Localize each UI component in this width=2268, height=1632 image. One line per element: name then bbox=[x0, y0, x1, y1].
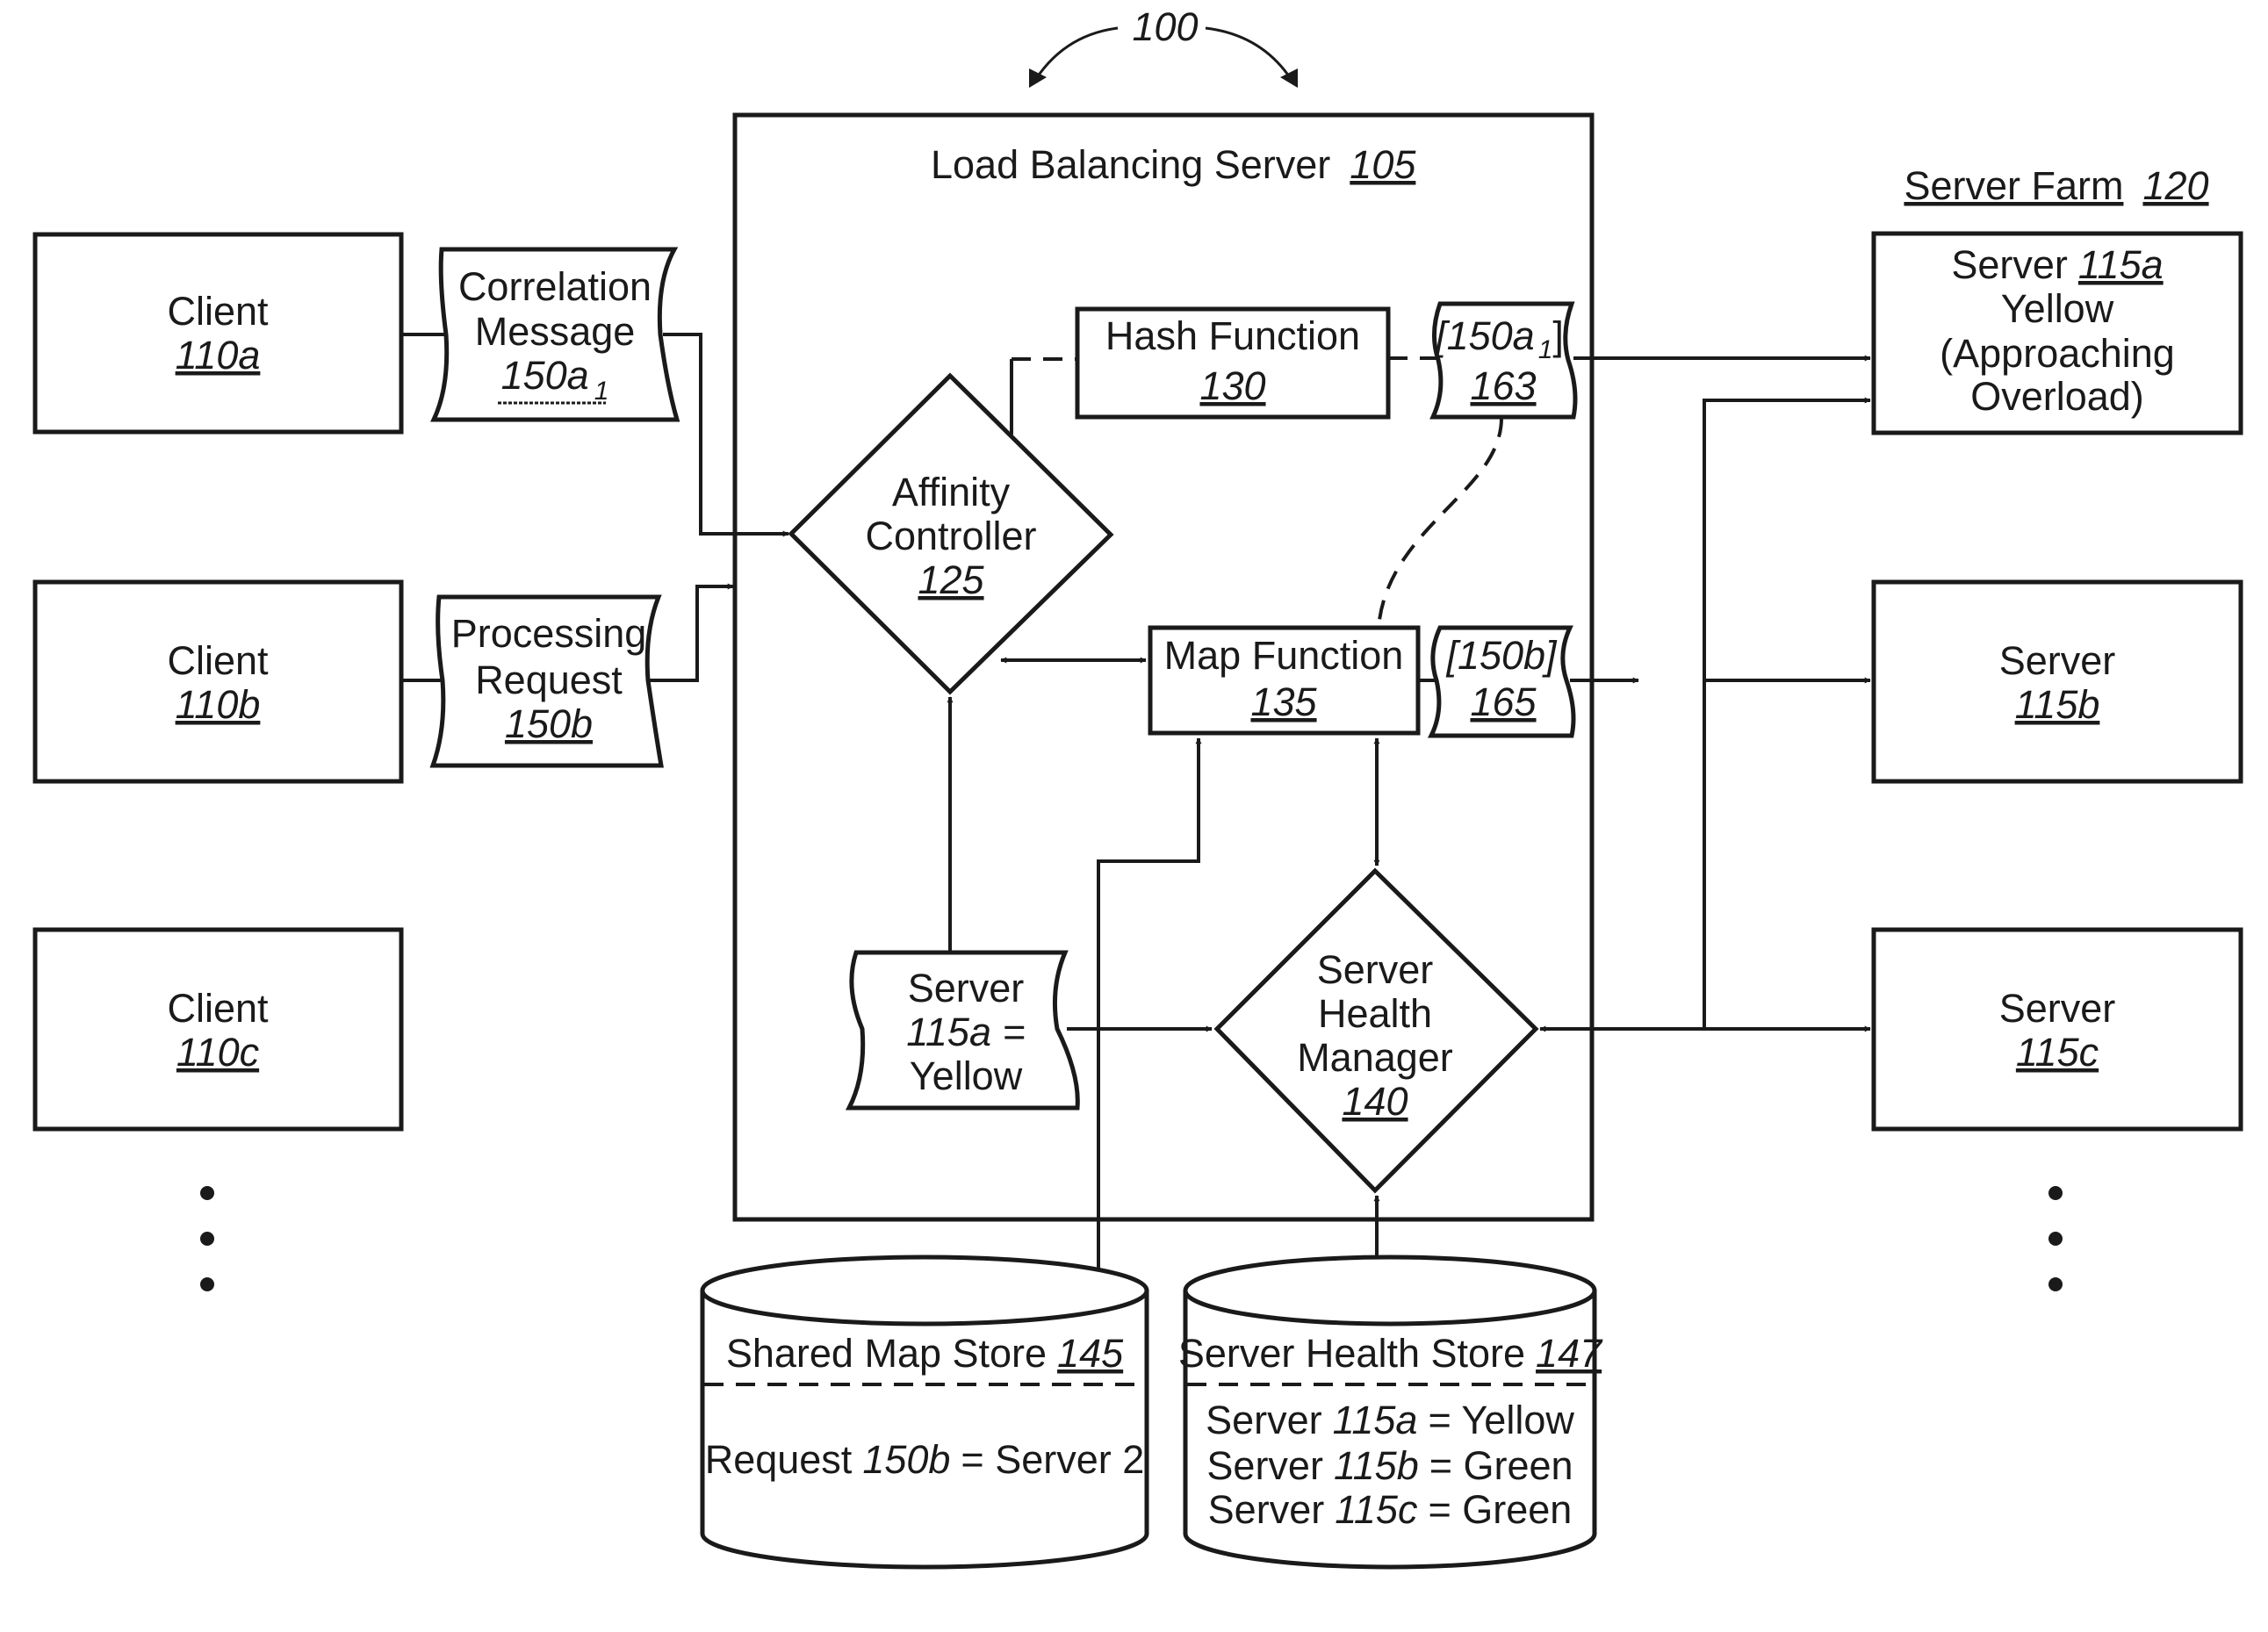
server-label: Server bbox=[1999, 638, 2116, 683]
client-110c[interactable]: Client 110c bbox=[32, 927, 404, 1132]
processing-request[interactable]: Processing Request 150b bbox=[429, 594, 664, 768]
map-function[interactable]: Map Function 135 bbox=[1148, 625, 1421, 736]
hash-function-ref: 130 bbox=[1199, 363, 1265, 408]
client-ref: 110a bbox=[176, 333, 261, 377]
shared-map-store-title: Shared Map Store 145 bbox=[726, 1331, 1124, 1376]
client-ellipsis bbox=[200, 1186, 214, 1291]
status-document[interactable]: Server 115a = Yellow bbox=[845, 950, 1080, 1111]
load-balancing-system-diagram: 100 Load Balancing Server 105 Server Farm… bbox=[32, 4, 2243, 1570]
affinity-ref: 125 bbox=[918, 557, 984, 602]
ellipsis-dot bbox=[2048, 1186, 2063, 1200]
ellipsis-dot bbox=[200, 1277, 214, 1291]
shared-map-store-entry: Request 150b = Server 2 bbox=[705, 1437, 1145, 1482]
map-function-ref: 135 bbox=[1250, 679, 1317, 724]
arrow-head bbox=[1029, 68, 1047, 88]
client-label: Client bbox=[167, 638, 269, 683]
figure-ref-label: 100 bbox=[1132, 4, 1198, 49]
ellipsis-dot bbox=[200, 1232, 214, 1246]
ellipsis-dot bbox=[2048, 1232, 2063, 1246]
status-line2: 115a = bbox=[906, 1010, 1026, 1054]
map-function-label: Map Function bbox=[1164, 633, 1404, 678]
client-label: Client bbox=[167, 289, 269, 334]
figure-ref: 100 bbox=[1029, 4, 1298, 88]
message-line2: Message bbox=[475, 309, 636, 354]
health-store-entry: Server 115c = Green bbox=[1208, 1487, 1573, 1532]
ellipsis-dot bbox=[2048, 1277, 2063, 1291]
server-farm-title: Server Farm 120 bbox=[1904, 163, 2208, 208]
message-line1: Correlation bbox=[458, 264, 652, 309]
connector-request-to-lb bbox=[650, 583, 734, 682]
server-label: Server bbox=[1999, 986, 2116, 1031]
status-line1: Server bbox=[908, 966, 1025, 1010]
server-note1: (Approaching bbox=[1940, 331, 2175, 376]
health-store-entry: Server 115a = Yellow bbox=[1206, 1398, 1574, 1442]
hash-output-163[interactable]: [150a 1] 163 bbox=[1429, 301, 1578, 420]
map-output-value: [150b] bbox=[1445, 633, 1558, 678]
map-output-ref: 165 bbox=[1470, 679, 1537, 724]
server-label: Server 115a bbox=[1951, 242, 2163, 287]
correlation-message[interactable]: Correlation Message 150a 1 bbox=[430, 247, 680, 422]
server-ref: 115b bbox=[2015, 682, 2100, 727]
health-manager-ref: 140 bbox=[1342, 1079, 1408, 1124]
map-output-165[interactable]: [150b] 165 bbox=[1427, 625, 1576, 738]
health-manager-line2: Health bbox=[1318, 991, 1432, 1036]
client-110b[interactable]: Client 110b bbox=[32, 579, 404, 784]
hash-function-label: Hash Function bbox=[1105, 313, 1360, 358]
client-ref: 110b bbox=[176, 682, 261, 727]
shared-map-store[interactable]: Shared Map Store 145 Request 150b = Server … bbox=[700, 1255, 1149, 1570]
client-label: Client bbox=[167, 986, 269, 1031]
server-status: Yellow bbox=[2001, 286, 2114, 331]
health-store-entry: Server 115b = Green bbox=[1206, 1443, 1573, 1488]
cylinder-top bbox=[700, 1255, 1149, 1326]
client-110a[interactable]: Client 110a bbox=[32, 232, 404, 435]
server-ref: 115c bbox=[2016, 1030, 2099, 1075]
connector-health-to-server-a bbox=[1703, 397, 1871, 1029]
message-ref: 150b bbox=[505, 701, 593, 746]
server-115b[interactable]: Server 115b bbox=[1871, 579, 2243, 784]
affinity-line2: Controller bbox=[865, 514, 1036, 558]
figure-ref-arrow-left bbox=[1031, 26, 1119, 85]
hash-function[interactable]: Hash Function 130 bbox=[1075, 306, 1391, 420]
health-manager-line1: Server bbox=[1317, 947, 1434, 992]
server-ellipsis bbox=[2048, 1186, 2063, 1291]
health-store-title: Server Health Store 147 bbox=[1178, 1331, 1603, 1376]
server-note2: Overload) bbox=[1970, 374, 2144, 419]
message-line2: Request bbox=[475, 658, 623, 702]
message-line1: Processing bbox=[451, 611, 647, 656]
status-line3: Yellow bbox=[910, 1053, 1023, 1098]
health-manager-line3: Manager bbox=[1297, 1035, 1453, 1080]
arrow-head bbox=[1280, 68, 1298, 88]
client-ref: 110c bbox=[176, 1030, 259, 1075]
affinity-line1: Affinity bbox=[892, 470, 1011, 514]
figure-ref-arrow-right bbox=[1205, 26, 1296, 85]
server-115c[interactable]: Server 115c bbox=[1871, 927, 2243, 1132]
server-115a[interactable]: Server 115a Yellow (Approaching Overload) bbox=[1871, 231, 2243, 435]
ellipsis-dot bbox=[200, 1186, 214, 1200]
server-health-store[interactable]: Server Health Store 147 Server 115a = Yello… bbox=[1178, 1255, 1603, 1570]
cylinder-top bbox=[1183, 1255, 1597, 1326]
hash-output-ref: 163 bbox=[1470, 363, 1536, 408]
